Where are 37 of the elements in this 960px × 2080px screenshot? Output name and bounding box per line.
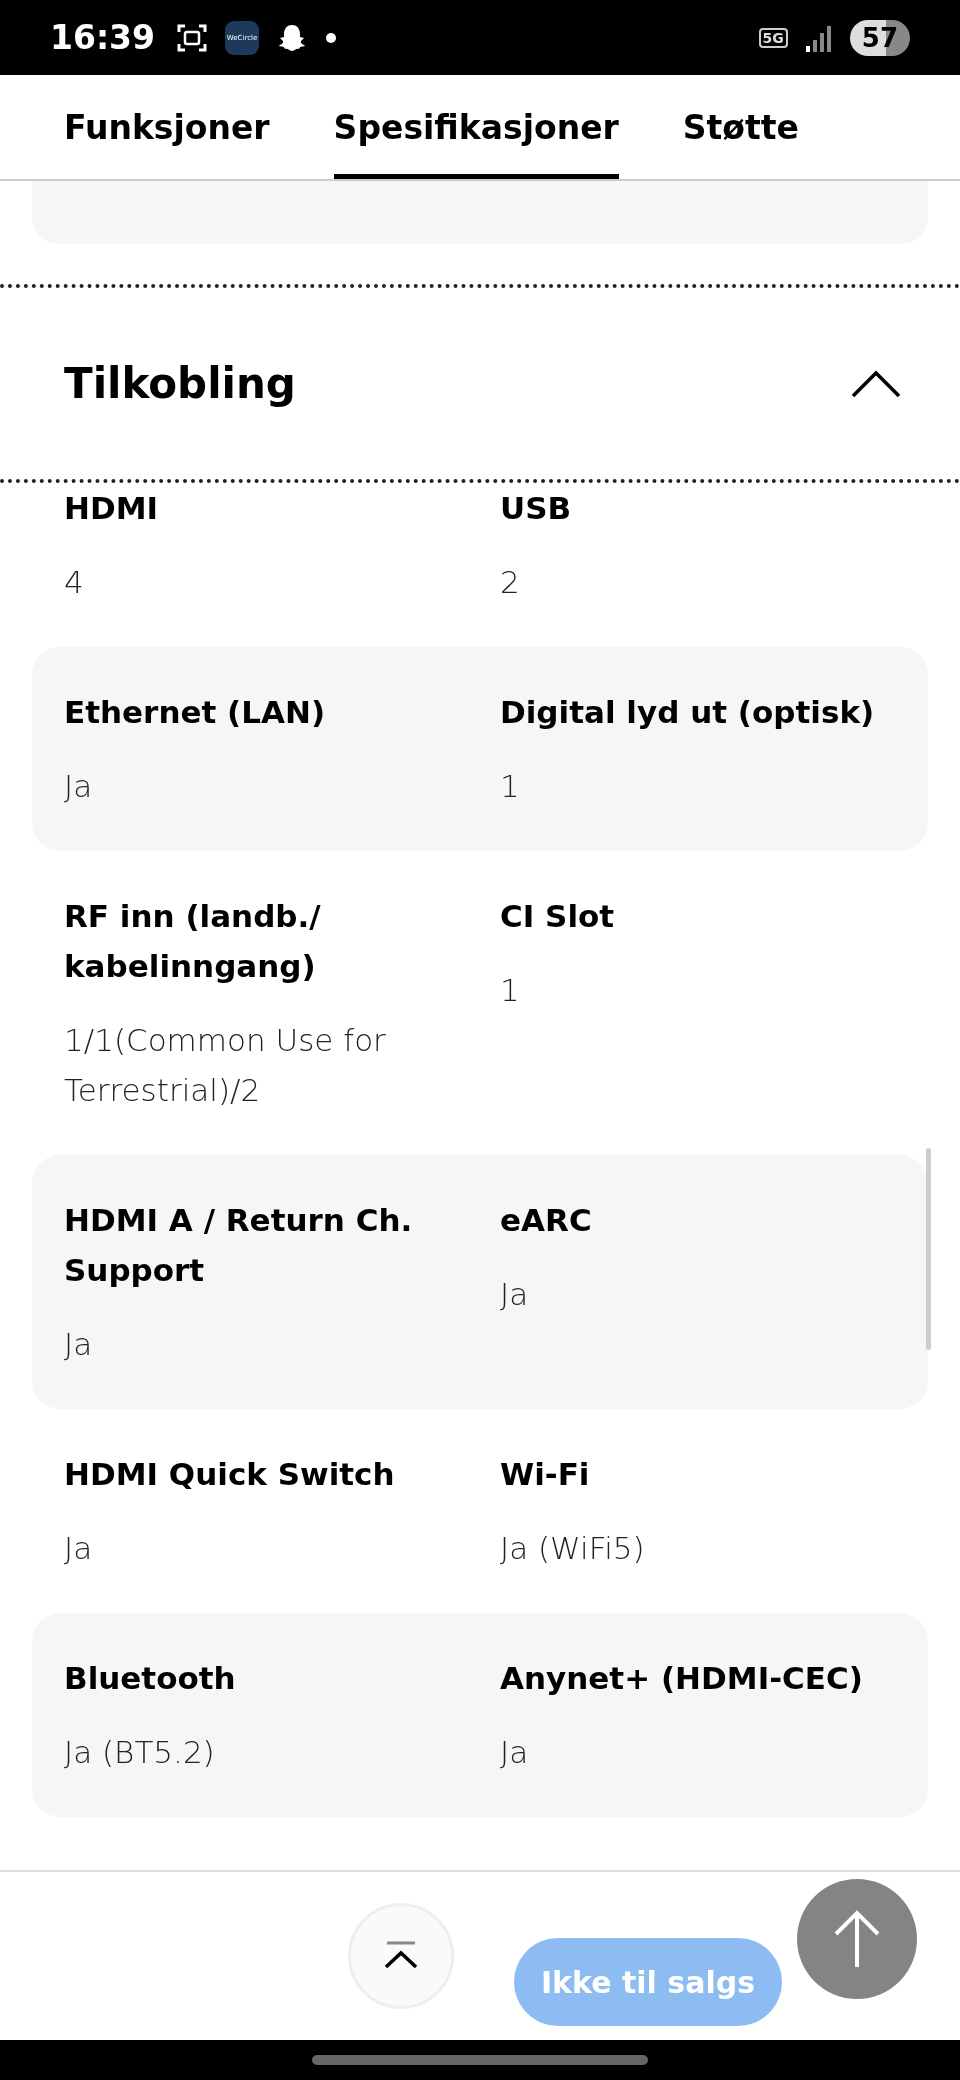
signal-icon: [805, 23, 832, 52]
spec-value: 1/1(Common Use for Terrestrial)/2: [64, 1021, 387, 1110]
spec-label: eARC: [500, 1201, 593, 1240]
spec-value: Ja: [500, 1275, 530, 1314]
chevron-icon[interactable]: [850, 368, 902, 399]
spec-value: 1: [500, 971, 521, 1010]
screenshot-icon: [177, 23, 208, 52]
spec-label: Ethernet (LAN): [64, 693, 327, 732]
dot-icon: [325, 31, 338, 44]
spec-label: Digital lyd ut (optisk): [500, 693, 876, 732]
spec-label: RF inn (landb./ kabelinngang): [64, 897, 322, 986]
tab[interactable]: Funksjoner: [64, 75, 270, 179]
spec-label: Wi-Fi: [500, 1455, 591, 1494]
spec-label: CI Slot: [500, 897, 616, 936]
spec-label: HDMI: [64, 489, 160, 528]
spec-value: Ja (BT5.2): [64, 1733, 216, 1772]
spec-label: Anynet+ (HDMI-CEC): [500, 1659, 864, 1698]
spec-label: HDMI Quick Switch: [64, 1455, 396, 1494]
battery-level: 57: [849, 19, 910, 56]
section-title: Tilkobling: [64, 359, 296, 408]
spec-value: 1: [500, 767, 521, 806]
spec-value: 4: [64, 563, 85, 602]
status-time: 16:39: [50, 18, 156, 57]
spec-label: USB: [500, 489, 573, 528]
ghost-icon: [277, 22, 308, 53]
spec-label: Bluetooth: [64, 1659, 237, 1698]
spec-value: Ja: [64, 1325, 94, 1364]
spec-value: Ja: [500, 1733, 530, 1772]
arrow-up-icon: [832, 1909, 882, 1969]
network-badge: 5G: [758, 27, 788, 48]
spec-value: 2: [500, 563, 521, 602]
spec-value: Ja (WiFi5): [500, 1529, 646, 1568]
home-handle[interactable]: [312, 2055, 648, 2065]
spec-value: Ja: [64, 1529, 94, 1568]
spec-label: HDMI A / Return Ch. Support: [64, 1201, 414, 1290]
spec-value: Ja: [64, 767, 94, 806]
tab[interactable]: Støtte: [682, 75, 799, 179]
